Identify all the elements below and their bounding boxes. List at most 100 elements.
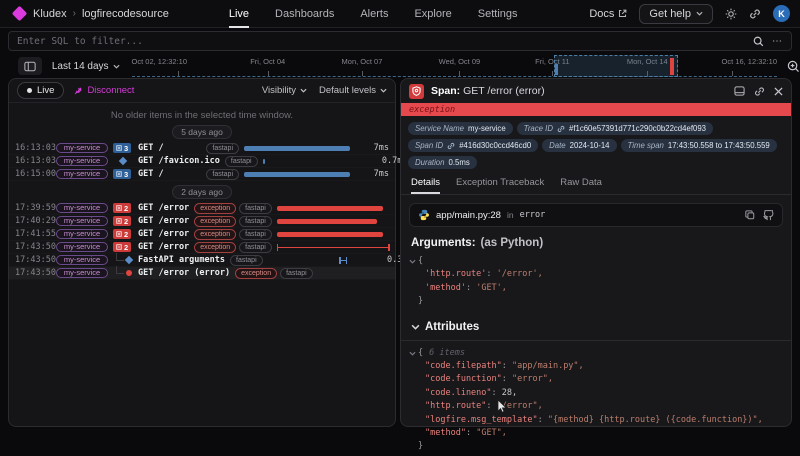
trace-child-row-selected[interactable]: 17:43:50 my-service GET /error (error) e… — [9, 267, 395, 280]
duration-bar — [277, 230, 391, 239]
duration-bar — [277, 217, 391, 226]
span-count-badge[interactable]: 2 — [113, 203, 131, 213]
chevron-down-icon — [696, 11, 703, 16]
tab-explore[interactable]: Explore — [414, 0, 451, 28]
tab-alerts[interactable]: Alerts — [360, 0, 388, 28]
arguments-code: { 'http.route': '/error', 'method': 'GET… — [401, 251, 791, 311]
time-marker-badge: 2 days ago — [172, 185, 232, 199]
timeline-tick: Oct 02, 12:32:10 — [132, 57, 187, 66]
collapse-square-icon — [116, 244, 122, 250]
external-link-icon — [618, 9, 627, 18]
duration-bar — [263, 157, 377, 166]
github-icon[interactable] — [763, 210, 774, 221]
close-icon[interactable] — [774, 87, 783, 96]
logfire-logo-icon[interactable] — [12, 6, 28, 22]
span-count-badge[interactable]: 3 — [113, 143, 131, 153]
zoom-in-icon[interactable] — [787, 60, 800, 73]
meta-trace-id[interactable]: Trace ID#f1c60e57391d771c290c0b22cd4ef09… — [517, 122, 713, 135]
service-pill: my-service — [56, 156, 108, 166]
tag-fastapi: fastapi — [225, 156, 258, 167]
tag-fastapi: fastapi — [239, 242, 272, 253]
duration-bar — [277, 243, 391, 252]
theme-toggle-icon[interactable] — [725, 8, 737, 20]
breadcrumb[interactable]: Kludex › logfirecodesource — [33, 8, 169, 20]
tree-connector — [116, 253, 124, 261]
code-location-file[interactable]: app/main.py:28 — [436, 210, 501, 221]
items-count: 6 items — [429, 347, 465, 360]
tab-exception-traceback[interactable]: Exception Traceback — [456, 177, 544, 194]
time-range-select[interactable]: Last 14 days — [52, 61, 120, 72]
histogram-bar-blue — [555, 64, 558, 75]
tab-details[interactable]: Details — [411, 177, 440, 194]
chevron-down-icon — [380, 88, 387, 93]
disconnect-button[interactable]: Disconnect — [74, 85, 134, 96]
tag-fastapi: fastapi — [206, 169, 239, 180]
span-title: Span: GET /error (error) — [431, 85, 545, 97]
avatar[interactable]: K — [773, 5, 790, 22]
empty-window-message: No older items in the selected time wind… — [9, 103, 395, 121]
span-count-badge[interactable]: 2 — [113, 216, 131, 226]
tag-exception: exception — [194, 242, 236, 253]
trace-child-row[interactable]: 17:43:50 my-service FastAPI arguments fa… — [9, 254, 395, 267]
visibility-dropdown[interactable]: Visibility — [262, 85, 307, 96]
service-pill: my-service — [56, 268, 108, 278]
breadcrumb-project[interactable]: logfirecodesource — [82, 8, 169, 20]
copy-icon[interactable] — [745, 210, 755, 221]
meta-span-id[interactable]: Span ID#416d30c0ccd46cd0 — [408, 139, 538, 152]
collapse-caret-icon[interactable] — [411, 324, 420, 330]
link-icon[interactable] — [557, 125, 565, 133]
expand-square-icon — [116, 205, 122, 211]
copy-link-icon[interactable] — [754, 86, 765, 97]
tag-exception: exception — [194, 229, 236, 240]
tag-fastapi: fastapi — [280, 268, 313, 279]
chevron-down-icon — [300, 88, 307, 93]
dock-panel-icon[interactable] — [734, 86, 745, 96]
tab-dashboards[interactable]: Dashboards — [275, 0, 334, 28]
trace-row[interactable]: 17:41:55 my-service 2 GET /error excepti… — [9, 228, 395, 241]
expand-square-icon — [116, 171, 122, 177]
sql-filter-bar: ⋯ — [8, 31, 792, 51]
timeline-tick: Mon, Oct 07 — [342, 57, 383, 66]
timeline-selection[interactable] — [554, 55, 679, 77]
span-count-badge[interactable]: 2 — [113, 242, 131, 252]
collapse-caret-icon[interactable] — [409, 351, 416, 356]
tag-fastapi: fastapi — [230, 255, 263, 266]
tab-raw-data[interactable]: Raw Data — [560, 177, 602, 194]
tab-settings[interactable]: Settings — [478, 0, 518, 28]
trace-row[interactable]: 17:40:29 my-service 2 GET /error excepti… — [9, 215, 395, 228]
timeline-track[interactable]: Oct 02, 12:32:10 Fri, Oct 04 Mon, Oct 07… — [132, 55, 777, 77]
sql-filter-input[interactable] — [17, 36, 753, 47]
tag-exception: exception — [194, 203, 236, 214]
histogram-bar-red — [670, 58, 674, 75]
timeline-bar: Last 14 days Oct 02, 12:32:10 Fri, Oct 0… — [0, 55, 800, 77]
tab-live[interactable]: Live — [229, 0, 249, 28]
detail-tabs: Details Exception Traceback Raw Data — [401, 173, 791, 195]
docs-link[interactable]: Docs — [589, 8, 627, 20]
share-link-icon[interactable] — [749, 8, 761, 20]
trace-row[interactable]: 16:15:00 my-service 3 GET / fastapi 7ms — [9, 168, 395, 181]
service-pill: my-service — [56, 242, 108, 252]
breadcrumb-org[interactable]: Kludex — [33, 8, 67, 20]
service-pill: my-service — [56, 255, 108, 265]
trace-row[interactable]: 16:13:03 my-service GET /favicon.ico fas… — [9, 155, 395, 168]
main-nav: Live Dashboards Alerts Explore Settings — [229, 0, 518, 28]
span-count-badge[interactable]: 3 — [113, 169, 131, 179]
levels-dropdown[interactable]: Default levels — [319, 85, 387, 96]
live-toggle-button[interactable]: Live — [17, 82, 64, 99]
tag-exception: exception — [235, 268, 277, 279]
search-icon[interactable] — [753, 36, 764, 47]
span-count-badge[interactable]: 2 — [113, 229, 131, 239]
get-help-button[interactable]: Get help — [639, 4, 713, 24]
collapse-caret-icon[interactable] — [409, 259, 416, 264]
expand-square-icon — [116, 231, 122, 237]
link-icon[interactable] — [447, 142, 455, 150]
tag-fastapi: fastapi — [239, 216, 272, 227]
service-pill: my-service — [56, 203, 108, 213]
sidebar-toggle-icon[interactable] — [18, 57, 42, 75]
top-nav: Kludex › logfirecodesource Live Dashboar… — [0, 0, 800, 28]
more-options-icon[interactable]: ⋯ — [772, 36, 783, 47]
trace-row[interactable]: 17:39:59 my-service 2 GET /error excepti… — [9, 202, 395, 215]
trace-row[interactable]: 16:13:03 my-service 3 GET / fastapi 7ms — [9, 142, 395, 155]
trace-row-expanded[interactable]: 17:43:50 my-service 2 GET /error excepti… — [9, 241, 395, 254]
expand-square-icon — [116, 218, 122, 224]
